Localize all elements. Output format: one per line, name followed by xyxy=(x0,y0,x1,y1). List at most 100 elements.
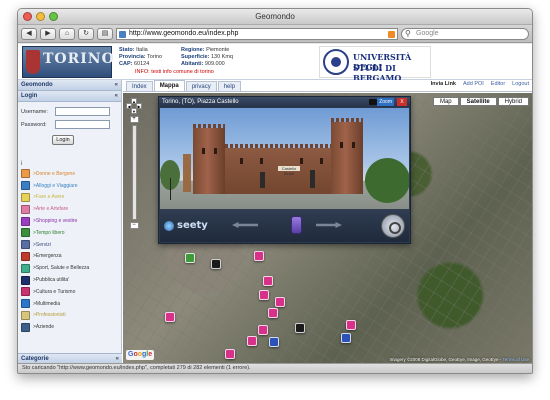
battlement-shape xyxy=(193,124,225,128)
map-navigation: ▲ ◀ ▶ ▼ + − xyxy=(126,98,142,231)
categorie-panel-header[interactable]: Categorie « xyxy=(18,353,122,363)
poi-marker[interactable] xyxy=(341,333,351,343)
address-bar[interactable]: http://www.geomondo.eu/index.php xyxy=(116,27,398,40)
tab-mappa[interactable]: Mappa xyxy=(153,80,185,91)
category-icon xyxy=(21,299,30,309)
category-item[interactable]: >Fare e Avere xyxy=(18,192,121,204)
stato-value: Italia xyxy=(136,47,148,53)
poi-marker[interactable] xyxy=(165,312,175,322)
window-shape xyxy=(202,148,205,154)
poi-marker[interactable] xyxy=(259,290,269,300)
poi-marker[interactable] xyxy=(275,297,285,307)
poi-marker[interactable] xyxy=(258,325,268,335)
poi-marker[interactable] xyxy=(211,259,221,269)
category-icon xyxy=(21,192,30,202)
torino-logo[interactable]: TORINO xyxy=(22,46,114,78)
poi-marker[interactable] xyxy=(263,276,273,286)
password-input[interactable] xyxy=(55,120,110,129)
pan-down-icon[interactable]: ▼ xyxy=(131,108,137,114)
category-item[interactable]: >Emergenza xyxy=(18,251,121,263)
turn-right-icon[interactable] xyxy=(316,222,342,228)
link-logout[interactable]: Logout xyxy=(512,81,529,87)
poi-marker[interactable] xyxy=(268,308,278,318)
building-shape xyxy=(183,154,191,192)
link-add-poi[interactable]: Add POI xyxy=(463,81,484,87)
city-info-col2: Regione: Piemonte Superficie: 130 Kmq Ab… xyxy=(181,47,233,68)
category-item[interactable]: >Aziende xyxy=(18,321,121,333)
streetview-photo[interactable]: Castello Reale xyxy=(160,108,409,211)
window-shape xyxy=(300,158,303,164)
zoom-slider[interactable] xyxy=(131,125,137,220)
collapse-chevron-icon[interactable]: « xyxy=(115,80,118,91)
geomondo-panel-header[interactable]: Geomondo « xyxy=(18,80,121,91)
map-type-satellite[interactable]: Satellite xyxy=(459,97,497,106)
home-icon[interactable]: ⌂ xyxy=(59,27,75,40)
poi-marker[interactable] xyxy=(346,320,356,330)
streetview-close-button[interactable]: X xyxy=(397,98,407,106)
provincia-label: Provincia: xyxy=(119,54,146,60)
map-type-map[interactable]: Map xyxy=(432,97,459,106)
login-panel-header[interactable]: Login « xyxy=(18,91,121,102)
university-logo[interactable]: UNIVERSITÀ DEGLI STUDI DI BERGAMO xyxy=(319,46,431,83)
favicon-icon xyxy=(119,30,126,38)
status-bar: Sto caricando "http://www.geomondo.eu/in… xyxy=(18,363,532,373)
poi-marker[interactable] xyxy=(185,253,195,263)
cap-value: 60124 xyxy=(133,61,150,67)
streetview-panel[interactable]: Torino, (TO), Piazza Castello Zoom X Cas… xyxy=(158,96,411,244)
category-item[interactable]: >Pubblica utilita' xyxy=(18,274,121,286)
reload-icon[interactable]: ↻ xyxy=(78,27,94,40)
category-label: >Aziende xyxy=(33,324,54,331)
collapse-chevron-icon[interactable]: « xyxy=(115,91,118,102)
tab-privacy[interactable]: privacy xyxy=(185,81,217,91)
password-label: Password: xyxy=(21,121,47,128)
link-invia-link[interactable]: Invia Link xyxy=(431,81,456,87)
compass-icon[interactable] xyxy=(381,214,405,238)
username-label: Username: xyxy=(21,108,48,115)
streetview-sign: Castello Reale xyxy=(278,166,300,176)
search-field[interactable]: ⚲ Google xyxy=(401,27,529,40)
terms-of-use-link[interactable]: Terms of Use xyxy=(502,357,529,362)
zoom-in-icon[interactable]: + xyxy=(129,116,139,123)
category-icon xyxy=(21,287,30,297)
tab-help[interactable]: help xyxy=(217,81,242,91)
poi-marker[interactable] xyxy=(247,336,257,346)
minimize-window-icon[interactable] xyxy=(36,12,45,21)
link-editor[interactable]: Editor xyxy=(491,81,505,87)
forward-icon[interactable]: ▶ xyxy=(40,27,56,40)
category-item[interactable]: >Cultura e Turismo xyxy=(18,286,121,298)
turn-left-icon[interactable] xyxy=(232,222,258,228)
category-icon xyxy=(21,228,30,238)
poi-marker[interactable] xyxy=(254,251,264,261)
heading-knob[interactable] xyxy=(291,216,302,234)
camera-icon[interactable] xyxy=(369,99,377,105)
zoom-out-icon[interactable]: − xyxy=(129,222,139,229)
university-seal-icon xyxy=(323,49,349,75)
map-type-hybrid[interactable]: Hybrid xyxy=(497,97,529,106)
category-item[interactable]: >Professionisti xyxy=(18,310,121,322)
category-item[interactable]: >Arte e Artefare xyxy=(18,203,121,215)
streetview-zoom-button[interactable]: Zoom xyxy=(377,98,394,106)
category-item[interactable]: >Multimedia xyxy=(18,298,121,310)
category-item[interactable]: >Servizi xyxy=(18,239,121,251)
satellite-map[interactable]: ▲ ◀ ▶ ▼ + − Map Satellite Hybrid Torino,… xyxy=(123,93,532,363)
category-item[interactable]: >Tempo libero xyxy=(18,227,121,239)
zoom-window-icon[interactable] xyxy=(49,12,58,21)
category-list: >Donne e Bergone >Alloggi e Viaggiare >Far… xyxy=(18,168,121,333)
category-item[interactable]: >Alloggi e Viaggiare xyxy=(18,180,121,192)
poi-marker[interactable] xyxy=(269,337,279,347)
category-item[interactable]: >Donne e Bergone xyxy=(18,168,121,180)
url-text: http://www.geomondo.eu/index.php xyxy=(129,29,239,37)
print-icon[interactable]: ▤ xyxy=(97,27,113,40)
login-button[interactable]: Login xyxy=(52,135,74,145)
back-icon[interactable]: ◀ xyxy=(21,27,37,40)
pan-control[interactable]: ▲ ◀ ▶ ▼ xyxy=(126,98,142,114)
category-item[interactable]: >Sport, Salute e Bellezza xyxy=(18,262,121,274)
tab-index[interactable]: Index xyxy=(126,81,153,91)
close-window-icon[interactable] xyxy=(23,12,32,21)
username-input[interactable] xyxy=(55,107,110,116)
poi-marker[interactable] xyxy=(295,323,305,333)
google-logo[interactable]: Google xyxy=(126,350,155,360)
poi-marker[interactable] xyxy=(225,349,235,359)
category-item[interactable]: >Shopping e vestire xyxy=(18,215,121,227)
rss-icon[interactable] xyxy=(388,30,395,38)
